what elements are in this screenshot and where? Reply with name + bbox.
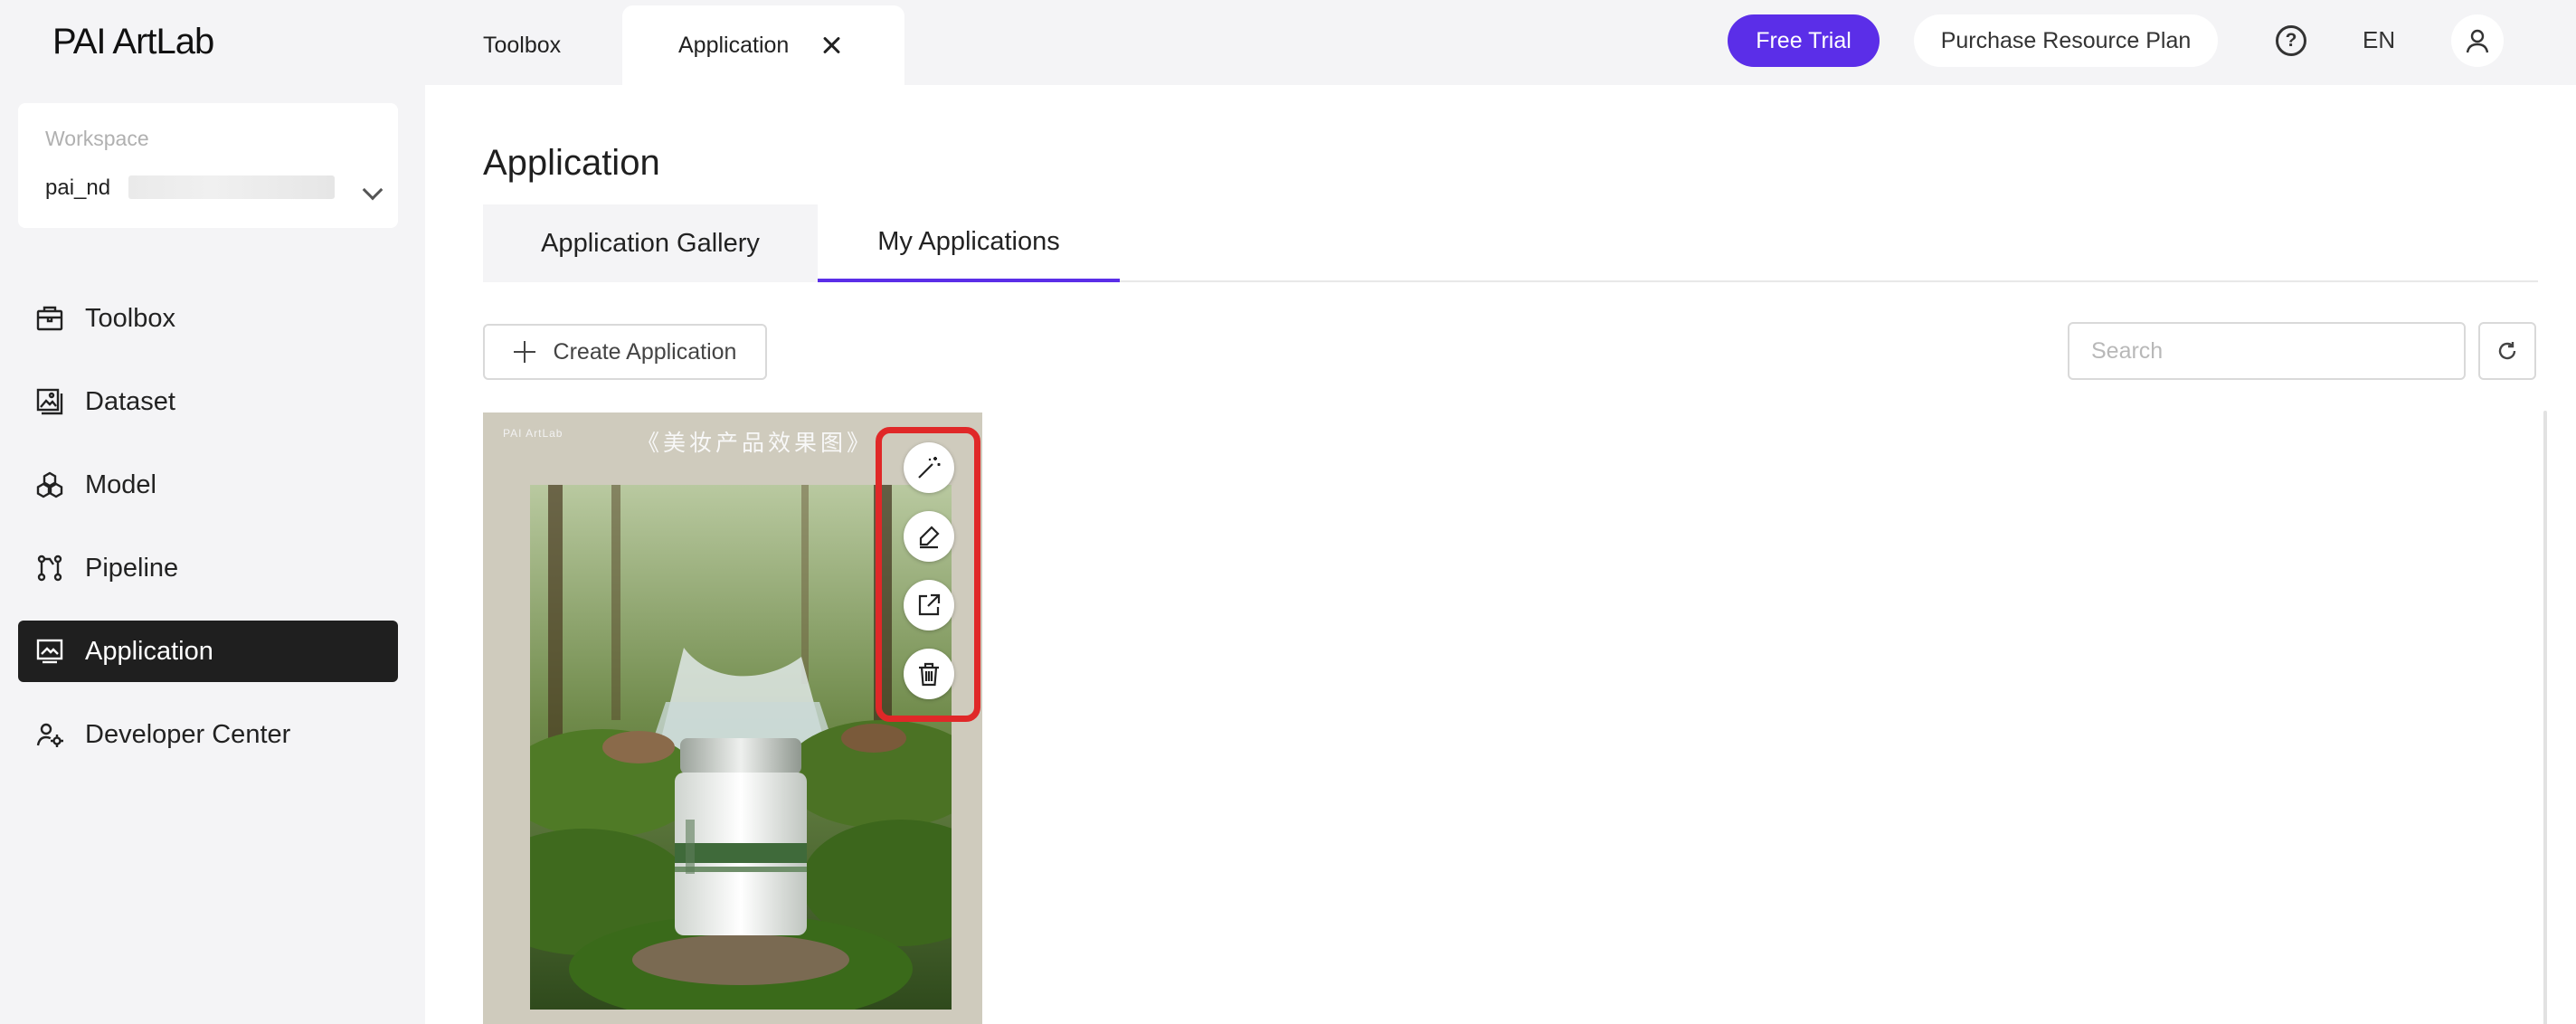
edit-icon[interactable] (904, 511, 954, 562)
sidebar-item-label: Pipeline (85, 553, 179, 583)
workspace-selector[interactable]: Workspace pai_nd (18, 103, 398, 228)
workspace-value: pai_nd (45, 175, 111, 200)
top-bar: PAI ArtLab Toolbox Application Free Tria… (0, 0, 2576, 85)
sidebar-item-label: Application (85, 636, 213, 666)
sidebar-item-pipeline[interactable]: Pipeline (18, 537, 398, 599)
dataset-icon (34, 386, 65, 417)
sidebar-item-developer-center[interactable]: Developer Center (18, 704, 398, 765)
sidebar-item-label: Dataset (85, 386, 175, 416)
toolbox-icon (34, 303, 65, 334)
sidebar-item-label: Model (85, 469, 156, 499)
pipeline-icon (34, 553, 65, 583)
application-icon (34, 636, 65, 667)
app-logo: PAI ArtLab (52, 22, 214, 62)
sidebar-item-label: Developer Center (85, 719, 291, 749)
sidebar-item-toolbox[interactable]: Toolbox (18, 288, 398, 349)
sidebar-item-dataset[interactable]: Dataset (18, 371, 398, 432)
tab-application-label: Application (678, 32, 790, 58)
close-icon[interactable] (819, 33, 843, 57)
user-icon[interactable] (2451, 14, 2504, 67)
tab-label: My Applications (877, 226, 1060, 256)
tab-application[interactable]: Application (622, 5, 904, 85)
workspace-value-redacted (128, 175, 335, 199)
free-trial-button[interactable]: Free Trial (1728, 14, 1880, 67)
page-title: Application (483, 143, 660, 183)
card-brand: PAI ArtLab (503, 427, 564, 440)
chevron-down-icon[interactable] (362, 179, 384, 201)
create-application-label: Create Application (553, 338, 737, 365)
scrollbar[interactable] (2543, 411, 2547, 1024)
tab-my-applications[interactable]: My Applications (818, 204, 1120, 282)
model-icon (34, 469, 65, 500)
developer-center-icon (34, 719, 65, 750)
main-content: Application Application Gallery My Appli… (425, 85, 2576, 1024)
tab-toolbox-label: Toolbox (483, 32, 562, 58)
magic-wand-icon[interactable] (904, 442, 954, 493)
sidebar-item-label: Toolbox (85, 303, 175, 333)
card-caption: 《美妆产品效果图》 (637, 430, 874, 456)
workspace-label: Workspace (45, 127, 149, 150)
help-icon[interactable]: ? (2276, 25, 2306, 56)
tab-toolbox[interactable]: Toolbox (483, 5, 561, 85)
tab-label: Application Gallery (541, 228, 760, 258)
search-input[interactable] (2068, 322, 2466, 380)
plus-icon (513, 341, 535, 363)
trash-icon[interactable] (904, 649, 954, 699)
open-external-icon[interactable] (904, 580, 954, 631)
card-actions-highlight (876, 427, 980, 722)
refresh-icon[interactable] (2478, 322, 2536, 380)
create-application-button[interactable]: Create Application (483, 324, 767, 380)
application-tabs: Application Gallery My Applications (483, 204, 2538, 282)
language-switch[interactable]: EN (2363, 26, 2395, 54)
purchase-resource-plan-button[interactable]: Purchase Resource Plan (1914, 14, 2218, 67)
sidebar-item-application[interactable]: Application (18, 621, 398, 682)
tab-application-gallery[interactable]: Application Gallery (483, 204, 818, 282)
sidebar-item-model[interactable]: Model (18, 454, 398, 516)
